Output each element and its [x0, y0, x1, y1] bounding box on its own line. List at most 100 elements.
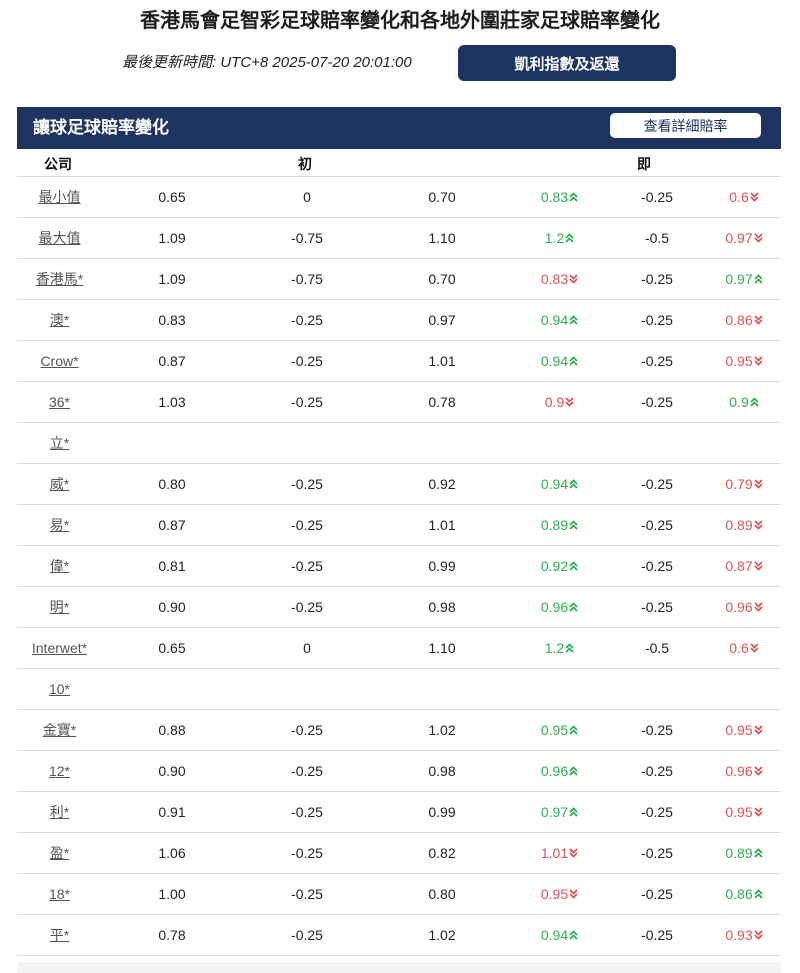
live-home-odds — [512, 668, 607, 710]
company-link[interactable]: 36* — [49, 394, 70, 410]
double-chevron-up-icon — [569, 356, 578, 369]
live-home-odds — [512, 422, 607, 464]
live-handicap: -0.5 — [607, 217, 707, 259]
company-link[interactable]: 盈* — [50, 845, 69, 861]
company-cell: 明* — [17, 586, 102, 628]
initial-away-odds: 0.78 — [372, 381, 512, 423]
live-away-odds: 0.97 — [707, 258, 781, 300]
odds-change-value: 0.79 — [725, 476, 763, 492]
live-away-odds: 0.89 — [707, 504, 781, 546]
double-chevron-up-icon — [569, 930, 578, 943]
initial-away-odds: 0.82 — [372, 832, 512, 874]
initial-home-odds: 0.90 — [102, 750, 242, 792]
initial-away-odds: 1.01 — [372, 340, 512, 382]
company-cell: 10* — [17, 668, 102, 710]
company-cell: 最小值 — [17, 176, 102, 218]
odds-value: 0.95 — [725, 722, 753, 738]
table-row: 最小值 0.65 0 0.70 0.83 -0.25 0.6 — [17, 176, 781, 218]
initial-handicap: 0 — [242, 176, 372, 218]
double-chevron-down-icon — [753, 520, 763, 533]
double-chevron-up-icon — [569, 602, 578, 615]
live-handicap: -0.25 — [607, 791, 707, 833]
initial-handicap — [242, 422, 372, 464]
double-chevron-up-icon — [565, 643, 574, 656]
company-link[interactable]: Crow* — [40, 353, 78, 369]
odds-value: 0.86 — [725, 886, 753, 902]
initial-home-odds: 0.83 — [102, 299, 242, 341]
odds-change-value: 0.95 — [541, 722, 578, 738]
company-link[interactable]: 偉* — [50, 558, 69, 574]
odds-value: 0.9 — [544, 394, 565, 410]
double-chevron-down-icon — [753, 561, 763, 574]
odds-value: 0.89 — [540, 517, 569, 533]
company-link[interactable]: 明* — [50, 599, 69, 615]
initial-handicap: -0.25 — [242, 586, 372, 628]
company-link[interactable]: 易* — [50, 517, 69, 533]
live-home-odds: 1.01 — [512, 832, 607, 874]
table-row: 最大值 1.09 -0.75 1.10 1.2 -0.5 0.97 — [17, 217, 781, 259]
initial-away-odds: 0.80 — [372, 873, 512, 915]
table-row: 香港馬* 1.09 -0.75 0.70 0.83 -0.25 0.97 — [17, 258, 781, 300]
company-link[interactable]: 最大值 — [39, 230, 81, 246]
company-link[interactable]: 平* — [50, 927, 69, 943]
live-home-odds: 0.94 — [512, 299, 607, 341]
odds-change-value: 0.96 — [725, 763, 763, 779]
company-link[interactable]: 最小值 — [39, 189, 81, 205]
initial-away-odds: 1.10 — [372, 627, 512, 669]
odds-change-value: 0.94 — [541, 927, 578, 943]
company-link[interactable]: 香港馬* — [36, 271, 83, 287]
initial-away-odds: 0.98 — [372, 586, 512, 628]
company-link[interactable]: 12* — [49, 763, 70, 779]
live-home-odds: 0.9 — [512, 381, 607, 423]
odds-change-value: 0.95 — [541, 886, 578, 902]
odds-change-value: 0.6 — [729, 640, 759, 656]
double-chevron-down-icon — [753, 315, 763, 328]
live-handicap: -0.25 — [607, 832, 707, 874]
initial-home-odds: 1.03 — [102, 381, 242, 423]
live-away-odds: 0.96 — [707, 750, 781, 792]
initial-away-odds — [372, 422, 512, 464]
odds-value: 0.97 — [540, 804, 569, 820]
initial-away-odds: 0.99 — [372, 545, 512, 587]
odds-value: 0.94 — [540, 312, 569, 328]
company-link[interactable]: 10* — [49, 681, 70, 697]
company-link[interactable]: 威* — [50, 476, 69, 492]
live-away-odds: 0.95 — [707, 340, 781, 382]
initial-home-odds: 1.00 — [102, 873, 242, 915]
initial-home-odds: 1.06 — [102, 832, 242, 874]
company-link[interactable]: 立* — [50, 435, 69, 451]
double-chevron-up-icon — [569, 766, 578, 779]
live-away-odds: 0.95 — [707, 709, 781, 751]
live-handicap: -0.25 — [607, 340, 707, 382]
odds-value: 0.96 — [540, 599, 569, 615]
table-row: 威* 0.80 -0.25 0.92 0.94 -0.25 0.79 — [17, 463, 781, 505]
live-home-odds: 0.94 — [512, 463, 607, 505]
live-handicap: -0.25 — [607, 258, 707, 300]
panel-title: 讓球足球賠率變化 — [33, 118, 169, 137]
company-cell: 利* — [17, 791, 102, 833]
company-link[interactable]: 澳* — [50, 312, 69, 328]
double-chevron-up-icon — [569, 315, 578, 328]
double-chevron-down-icon — [753, 930, 763, 943]
live-away-odds — [707, 422, 781, 464]
view-detailed-odds-button[interactable]: 查看詳細賠率 — [610, 113, 761, 138]
live-handicap: -0.25 — [607, 914, 707, 956]
table-row: 明* 0.90 -0.25 0.98 0.96 -0.25 0.96 — [17, 586, 781, 628]
live-handicap: -0.25 — [607, 299, 707, 341]
odds-change-value: 0.6 — [729, 189, 759, 205]
kelly-index-button[interactable]: 凱利指數及返還 — [458, 45, 676, 81]
company-link[interactable]: 利* — [50, 804, 69, 820]
odds-change-value: 0.97 — [725, 230, 763, 246]
live-home-odds: 1.2 — [512, 217, 607, 259]
company-link[interactable]: 金寶* — [43, 722, 76, 738]
initial-home-odds — [102, 668, 242, 710]
live-handicap: -0.25 — [607, 463, 707, 505]
company-link[interactable]: 18* — [49, 886, 70, 902]
live-home-odds: 0.92 — [512, 545, 607, 587]
double-chevron-down-icon — [753, 766, 763, 779]
company-link[interactable]: Interwet* — [32, 640, 87, 656]
live-away-odds — [707, 668, 781, 710]
live-home-odds: 0.89 — [512, 504, 607, 546]
panel-header: 讓球足球賠率變化 查看詳細賠率 — [17, 107, 781, 149]
company-cell: 12* — [17, 750, 102, 792]
